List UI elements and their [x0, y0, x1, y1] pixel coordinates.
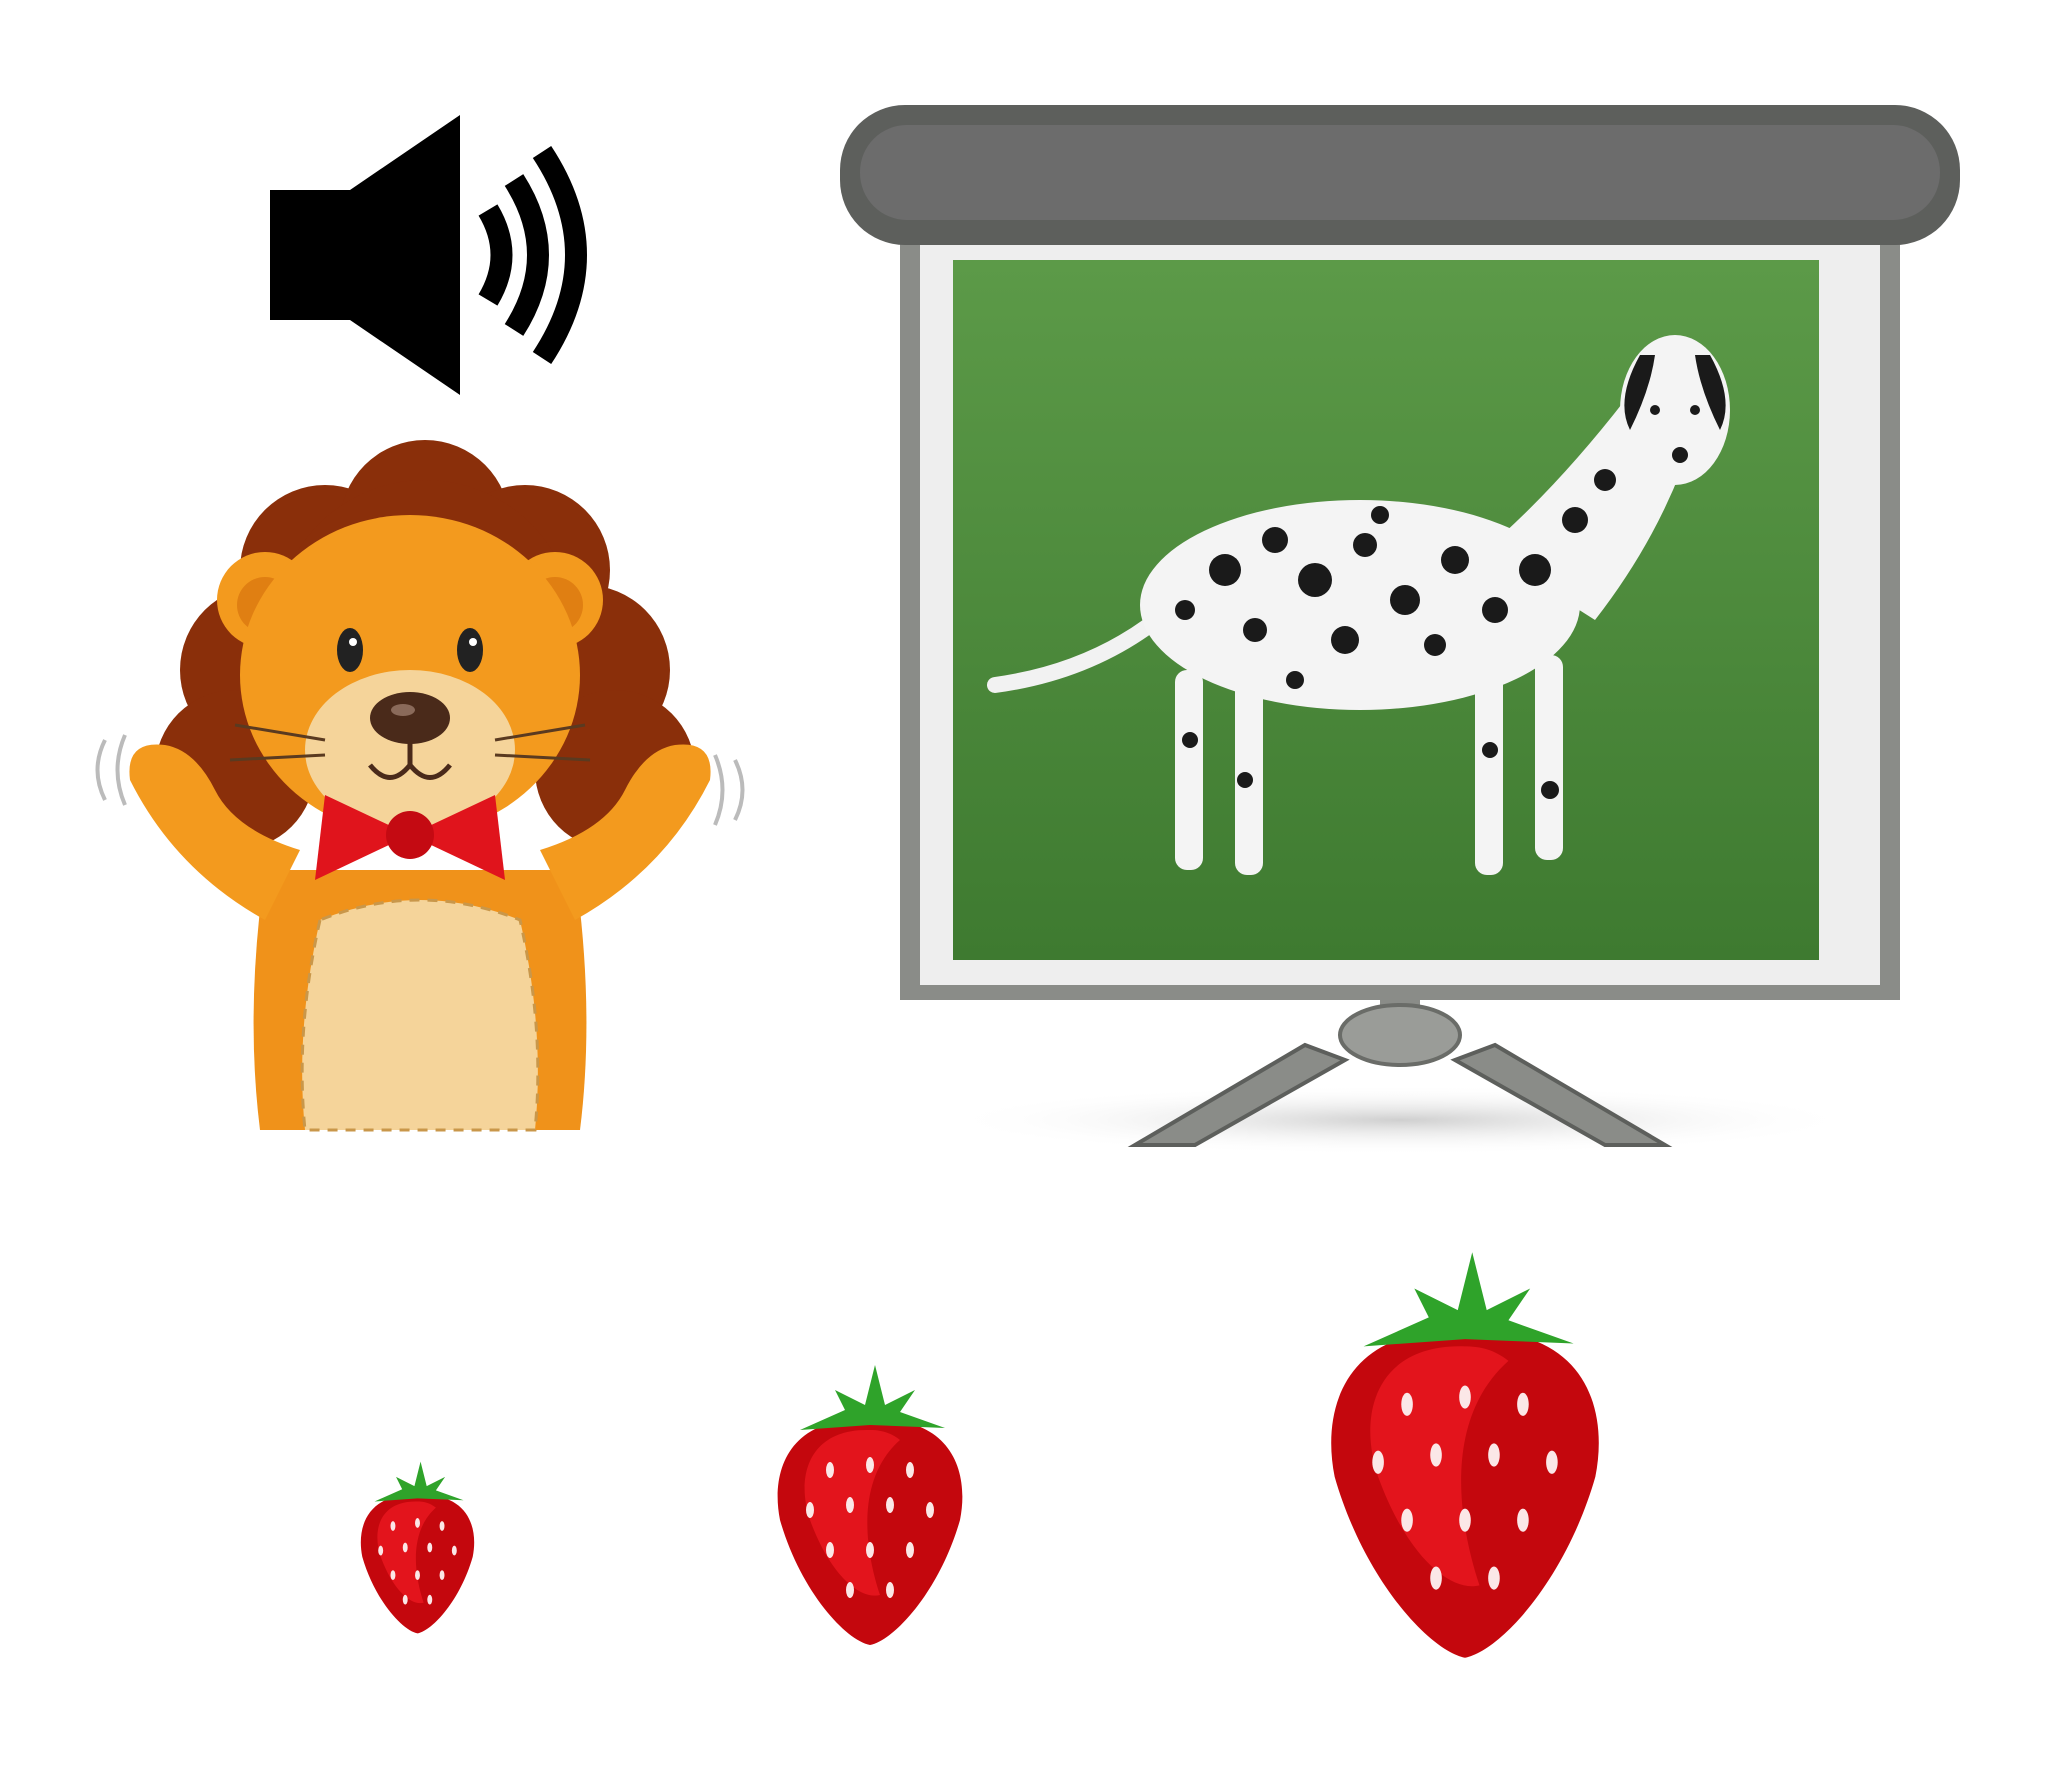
lion-mascot-image	[85, 440, 755, 1132]
strawberry-medium-icon	[760, 1360, 980, 1650]
speaker-icon[interactable]	[270, 110, 620, 400]
scene-canvas	[0, 0, 2050, 1767]
strawberry-large-icon	[1300, 1245, 1630, 1665]
strawberry-small-icon	[350, 1455, 485, 1640]
projector-screen-image	[835, 100, 1965, 1160]
